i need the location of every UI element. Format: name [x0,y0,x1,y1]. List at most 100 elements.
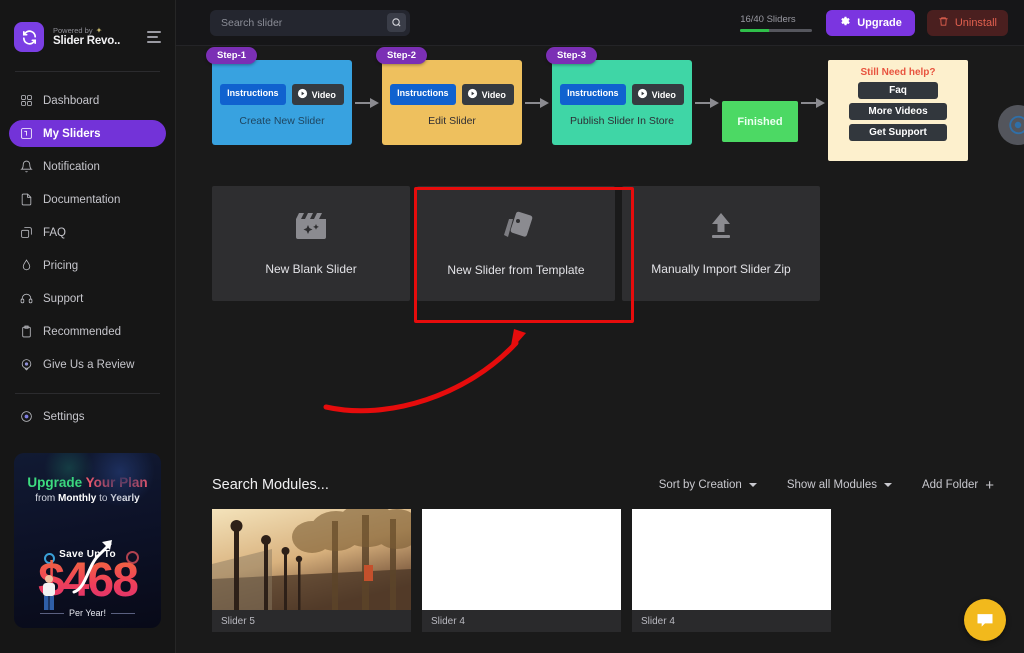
upgrade-button[interactable]: Upgrade [826,9,915,36]
step-arrow-3 [692,60,722,145]
sidebar-item-label: Give Us a Review [43,358,135,371]
sidebar-item-label: Dashboard [43,94,100,107]
filter-label: Show all Modules [786,479,877,491]
promo-growth-arrow-icon [72,540,112,594]
uninstall-button[interactable]: Uninstall [926,9,1008,36]
powered-by-text: Powered by [53,26,93,36]
step-video-button[interactable]: Video [631,84,684,105]
show-all-modules-dropdown[interactable]: Show all Modules [787,479,892,491]
create-card-label: New Slider from Template [447,263,585,277]
app-logo-icon [14,22,44,52]
play-icon [467,88,478,101]
sidebar-item-faq[interactable]: FAQ [9,219,166,246]
sidebar-divider-bottom [15,393,160,394]
powered-by-label: Powered by ✦ [53,25,138,36]
add-folder-button[interactable]: Add Folder + [922,478,994,493]
upgrade-promo-banner[interactable]: Upgrade Your Plan from Monthly to Yearly… [14,453,161,628]
help-title: Still Need help? [860,67,936,78]
module-thumbnail-image [422,509,621,610]
clipboard-icon [19,325,33,339]
sparkle-icon: ✦ [95,25,103,35]
step-badge: Step-3 [546,47,598,64]
step-card-2[interactable]: Step-2 Instructions Video Edit Slider [376,47,522,145]
hamburger-icon[interactable] [147,31,163,43]
sidebar-item-pricing[interactable]: Pricing [9,252,166,279]
module-card[interactable]: Slider 5 [212,509,411,632]
new-blank-slider-card[interactable]: New Blank Slider [212,186,410,301]
modules-header: Search Modules... Sort by Creation Show … [176,473,1024,497]
step-card-1[interactable]: Step-1 Instructions Video Create New Sli… [206,47,352,145]
add-folder-label: Add Folder [921,479,979,491]
help-more-videos-button[interactable]: More Videos [849,103,947,120]
sidebar-item-documentation[interactable]: Documentation [9,186,166,213]
slider-quota: 16/40 Sliders [740,14,814,32]
module-thumbnails: Slider 5 Slider 4 Slider 4 [176,497,1024,632]
step-video-button[interactable]: Video [461,84,514,105]
template-cards-icon [499,210,533,247]
sidebar-item-label: Settings [43,410,85,423]
sidebar-item-label: Recommended [43,325,121,338]
step-badge: Step-1 [206,47,258,64]
create-card-label: Manually Import Slider Zip [651,262,791,276]
help-get-support-button[interactable]: Get Support [849,124,947,141]
sidebar-item-label: My Sliders [43,127,101,140]
brand-text: Powered by ✦ Slider Revo.. [53,25,138,47]
headset-icon [19,292,33,306]
sort-label: Sort by Creation [658,479,742,491]
quota-progress-fill [740,28,769,32]
main-content: 16/40 Sliders Upgrade Uninstall [176,0,1024,653]
sidebar-item-support[interactable]: Support [9,285,166,312]
sidebar-item-give-us-a-review[interactable]: Give Us a Review [9,351,166,378]
chat-bubble-icon[interactable] [964,599,1006,641]
sidebar-item-my-sliders[interactable]: My Sliders [9,120,166,147]
review-icon [19,358,33,372]
step-arrow-1 [352,60,382,145]
step-buttons: Instructions Video [560,84,684,105]
step-buttons: Instructions Video [220,84,344,105]
modules-controls: Sort by Creation Show all Modules Add Fo… [659,478,994,493]
step-caption: Edit Slider [428,115,476,127]
pricing-icon [19,259,33,273]
sidebar-item-recommended[interactable]: Recommended [9,318,166,345]
play-icon [297,88,308,101]
sidebar-item-dashboard[interactable]: Dashboard [9,87,166,114]
help-faq-button[interactable]: Faq [858,82,938,99]
new-slider-from-template-card[interactable]: New Slider from Template [417,186,615,301]
search-icon[interactable] [387,13,406,32]
quota-label: 16/40 Sliders [740,13,796,25]
module-name: Slider 4 [632,610,831,632]
clapperboard-sparkle-icon [294,211,328,246]
step-video-label: Video [481,89,506,100]
manually-import-slider-zip-card[interactable]: Manually Import Slider Zip [622,186,820,301]
module-name: Slider 5 [212,610,411,632]
step-video-button[interactable]: Video [291,84,344,105]
sidebar-item-notification[interactable]: Notification [9,153,166,180]
sidebar-item-label: Notification [43,160,100,173]
step-caption: Publish Slider In Store [570,115,674,127]
sidebar-item-label: Support [43,292,84,305]
module-name: Slider 4 [422,610,621,632]
search-input[interactable] [221,16,387,29]
step-instructions-button[interactable]: Instructions [220,84,286,105]
promo-subtitle-pre: from [35,493,59,504]
quota-progress-bar [740,28,813,32]
step-caption: Create New Slider [239,115,325,127]
sidebar-item-label: Pricing [43,259,79,272]
topbar-right: 16/40 Sliders Upgrade Uninstall [740,9,1008,36]
step-instructions-button[interactable]: Instructions [560,84,626,105]
step-video-label: Video [311,89,336,100]
create-slider-cards: New Blank Slider New Slider from Templat… [176,161,1024,301]
search-slider-field[interactable] [210,9,410,36]
module-card[interactable]: Slider 4 [632,509,831,632]
promo-illustration [43,575,55,610]
step-badge: Step-2 [376,47,428,64]
app-root: Powered by ✦ Slider Revo.. Dashboard My … [0,0,1024,653]
module-card[interactable]: Slider 4 [422,509,621,632]
modules-title: Search Modules... [212,477,329,493]
bell-icon [19,160,33,174]
sort-by-creation-dropdown[interactable]: Sort by Creation [659,479,757,491]
trash-icon [938,16,949,30]
step-instructions-button[interactable]: Instructions [390,84,456,105]
step-card-3[interactable]: Step-3 Instructions Video Publish Slider… [546,47,692,145]
sidebar-item-settings[interactable]: Settings [9,403,166,430]
